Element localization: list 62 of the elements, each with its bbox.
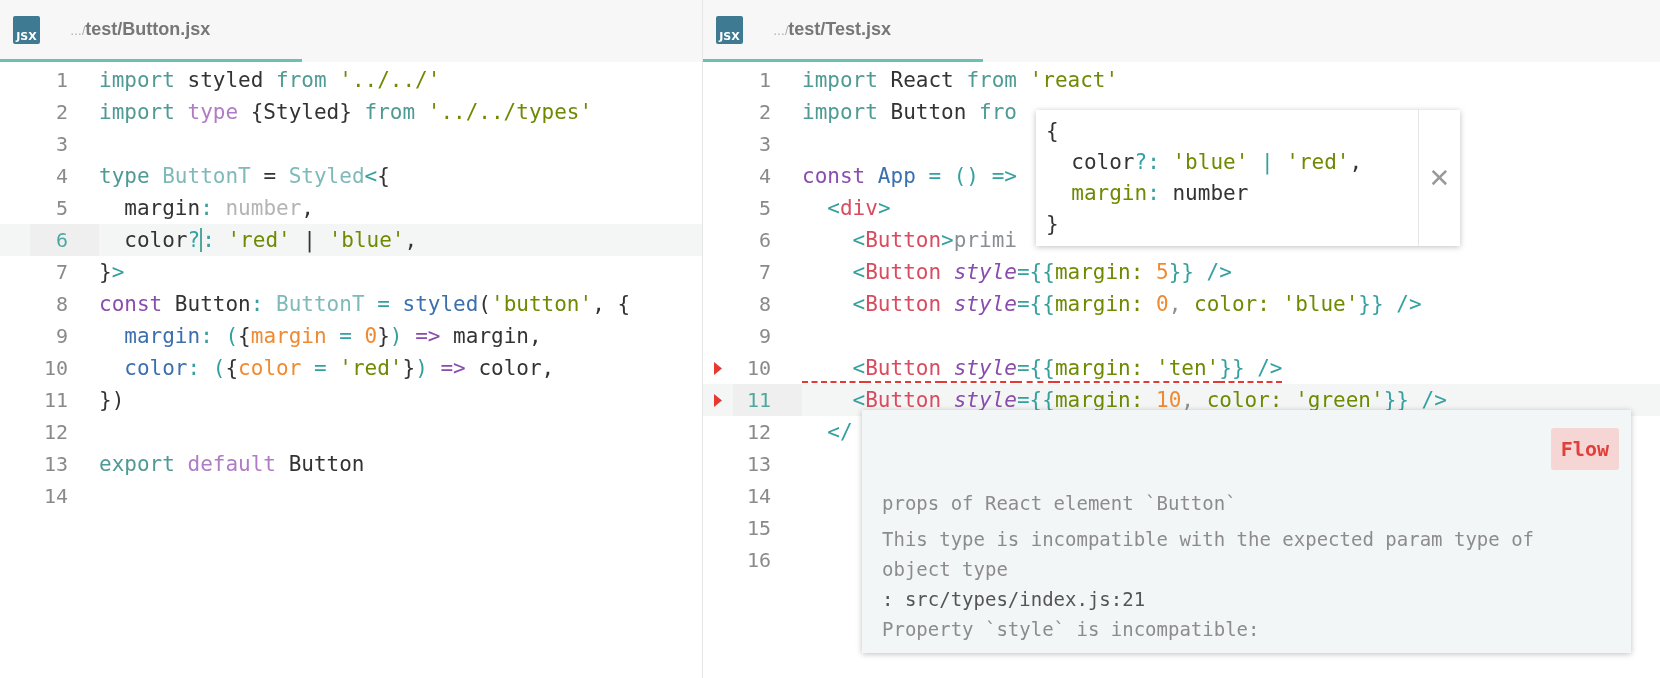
code-line: <Button style={{margin: 'ten'}} /> bbox=[851, 355, 1283, 382]
jsx-file-icon: JSX bbox=[13, 15, 40, 44]
line-number: 8 bbox=[757, 291, 772, 318]
close-button[interactable]: ✕ bbox=[1418, 110, 1460, 246]
type-line: { bbox=[1046, 118, 1060, 145]
code-line: const Button: ButtonT = styled('button', { bbox=[99, 291, 631, 318]
code-line: </ bbox=[826, 419, 853, 446]
line-number: 1 bbox=[54, 67, 69, 94]
flow-badge: Flow bbox=[1550, 428, 1619, 470]
error-message: Property `style` is incompatible: bbox=[882, 617, 1261, 642]
jsx-file-icon: JSX bbox=[716, 15, 743, 44]
line-number: 10 bbox=[745, 355, 772, 382]
line-number: 12 bbox=[745, 419, 772, 446]
line-number: 9 bbox=[757, 323, 772, 350]
line-number: 15 bbox=[745, 515, 772, 542]
type-line: color?: 'blue' | 'red', bbox=[1070, 149, 1364, 177]
line-number: 7 bbox=[757, 259, 772, 286]
code-line: export default Button bbox=[99, 451, 365, 478]
type-line: margin: number bbox=[1070, 180, 1250, 207]
code-line: import styled from '../../' bbox=[99, 67, 441, 94]
line-number: 8 bbox=[54, 291, 69, 318]
line-number: 3 bbox=[54, 131, 69, 158]
line-number: 4 bbox=[54, 163, 69, 190]
line-number: 1 bbox=[757, 67, 772, 94]
line-number: 9 bbox=[54, 323, 69, 350]
error-message: props of React element `Button` bbox=[882, 491, 1238, 516]
line-number: 7 bbox=[54, 259, 69, 286]
line-number: 16 bbox=[745, 547, 772, 574]
line-number: 4 bbox=[757, 163, 772, 190]
line-number: 12 bbox=[42, 419, 69, 446]
code-line: color: ({color = 'red'}) => color, bbox=[123, 355, 555, 382]
code-line: type ButtonT = Styled<{ bbox=[99, 163, 390, 190]
line-number: 14 bbox=[42, 483, 69, 510]
code-line: import Button fro bbox=[802, 99, 1017, 126]
line-number: 14 bbox=[745, 483, 772, 510]
code-line: import type {Styled} from '../../types' bbox=[99, 99, 593, 126]
line-number: 3 bbox=[757, 131, 772, 158]
error-message: This type is incompatible with the expected param type of object type bbox=[882, 527, 1536, 582]
line-number: 13 bbox=[42, 451, 69, 478]
line-number: 6 bbox=[30, 224, 99, 256]
code-line: margin: number, bbox=[123, 195, 314, 222]
line-number: 2 bbox=[54, 99, 69, 126]
code-line: <Button style={{margin: 5}} /> bbox=[851, 259, 1232, 286]
line-number: 11 bbox=[42, 387, 69, 414]
code-line: const App = () => bbox=[802, 163, 1017, 190]
code-line: color?: 'red' | 'blue', bbox=[123, 227, 418, 255]
code-line: <Button>primi bbox=[851, 227, 1017, 254]
error-message: : src/types/index.js:21 bbox=[882, 587, 1147, 612]
line-number: 11 bbox=[733, 384, 802, 416]
line-number: 2 bbox=[757, 99, 772, 126]
code-line: margin: ({margin = 0}) => margin, bbox=[123, 323, 542, 350]
code-line: }> bbox=[99, 259, 125, 286]
code-line: }) bbox=[99, 387, 125, 414]
line-number: 5 bbox=[54, 195, 69, 222]
line-number: 5 bbox=[757, 195, 772, 222]
code-line: <div> bbox=[826, 195, 891, 222]
code-line: import React from 'react' bbox=[802, 67, 1119, 94]
line-number: 10 bbox=[42, 355, 69, 382]
line-number: 13 bbox=[745, 451, 772, 478]
type-line: } bbox=[1046, 211, 1060, 238]
line-number: 6 bbox=[757, 227, 772, 254]
code-line: <Button style={{margin: 0, color: 'blue'}} /> bbox=[851, 291, 1422, 318]
